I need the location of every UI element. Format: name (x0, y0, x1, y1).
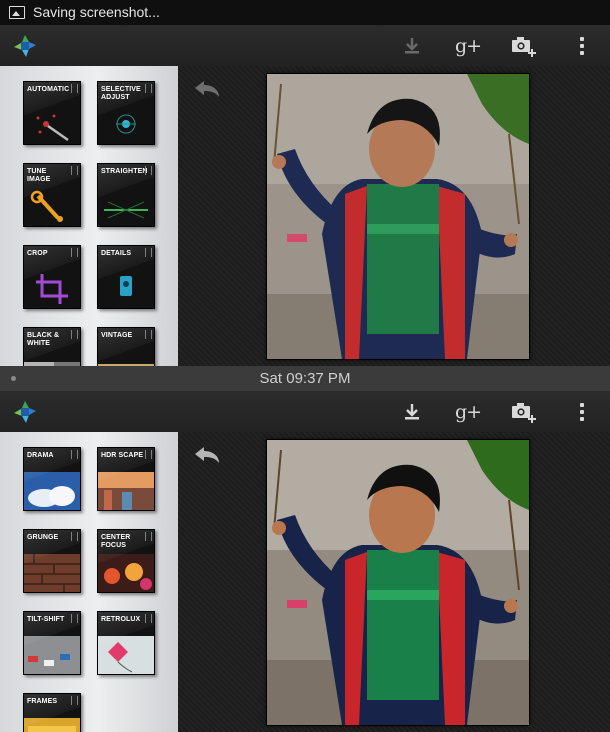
wrench-icon (30, 190, 63, 222)
frames-thumb (24, 718, 80, 732)
camera-add-icon[interactable] (509, 397, 539, 427)
retrolux-kite-thumb (98, 636, 154, 674)
filters-sidebar: AUTOMATIC SELECTIVE ADJUST TUNE IMAGE ST… (0, 66, 178, 366)
tool-vintage[interactable]: VINTAGE (97, 327, 155, 366)
image-workspace (178, 66, 610, 366)
filter-tilt-shift[interactable]: TILT-SHIFT (23, 611, 81, 675)
hdr-city-thumb (98, 472, 154, 510)
image-notification-icon (9, 6, 25, 19)
top-editor-panel: AUTOMATIC SELECTIVE ADJUST TUNE IMAGE ST… (0, 66, 610, 366)
overflow-menu-icon[interactable] (567, 397, 597, 427)
tool-crop[interactable]: CROP (23, 245, 81, 309)
tool-black-and-white[interactable]: BLACK & WHITE (23, 327, 81, 366)
time-divider: Sat 09:37 PM (0, 366, 610, 391)
tool-selective-adjust[interactable]: SELECTIVE ADJUST (97, 81, 155, 145)
filter-center-focus[interactable]: CENTER FOCUS (97, 529, 155, 593)
photo-preview[interactable] (266, 73, 530, 360)
filter-grunge[interactable]: GRUNGE (23, 529, 81, 593)
download-icon[interactable] (397, 31, 427, 61)
download-icon[interactable] (397, 397, 427, 427)
tool-straighten[interactable]: STRAIGHTEN (97, 163, 155, 227)
status-bar: Saving screenshot... (0, 0, 610, 25)
bottom-editor-panel: DRAMA HDR SCAPE GRUNGE CENTER FOCUS TILT… (0, 432, 610, 732)
tool-details[interactable]: DETAILS (97, 245, 155, 309)
google-plus-icon[interactable]: g+ (453, 31, 483, 61)
drama-clouds-thumb (24, 472, 80, 510)
straighten-grid-icon (104, 201, 148, 219)
sharpener-icon (120, 276, 132, 296)
control-point-icon (116, 114, 136, 134)
bottom-action-bar: g+ (0, 391, 610, 433)
indicator-dot-icon (11, 376, 16, 381)
tool-tune-image[interactable]: TUNE IMAGE (23, 163, 81, 227)
grunge-brick-thumb (24, 554, 80, 592)
filter-retrolux[interactable]: RETROLUX (97, 611, 155, 675)
vintage-photo-thumb (98, 364, 154, 366)
magic-wand-icon (36, 114, 69, 142)
undo-arrow-icon[interactable] (193, 446, 221, 464)
tool-automatic[interactable]: AUTOMATIC (23, 81, 81, 145)
filter-drama[interactable]: DRAMA (23, 447, 81, 511)
camera-add-icon[interactable] (509, 31, 539, 61)
filter-hdr-scape[interactable]: HDR SCAPE (97, 447, 155, 511)
snapseed-logo-icon[interactable] (12, 33, 38, 59)
crop-icon (36, 274, 68, 304)
overflow-menu-icon[interactable] (567, 31, 597, 61)
bw-photo-thumb (24, 362, 80, 366)
filters-sidebar: DRAMA HDR SCAPE GRUNGE CENTER FOCUS TILT… (0, 432, 178, 732)
photo-preview[interactable] (266, 439, 530, 726)
snapseed-logo-icon[interactable] (12, 399, 38, 425)
bokeh-lights-thumb (98, 554, 154, 592)
time-label: Sat 09:37 PM (259, 370, 351, 387)
undo-arrow-icon[interactable] (193, 80, 221, 98)
tilt-shift-street-thumb (24, 636, 80, 674)
top-action-bar: g+ (0, 25, 610, 67)
image-workspace (178, 432, 610, 732)
filter-frames[interactable]: FRAMES (23, 693, 81, 732)
google-plus-icon[interactable]: g+ (453, 397, 483, 427)
status-text: Saving screenshot... (33, 4, 160, 20)
